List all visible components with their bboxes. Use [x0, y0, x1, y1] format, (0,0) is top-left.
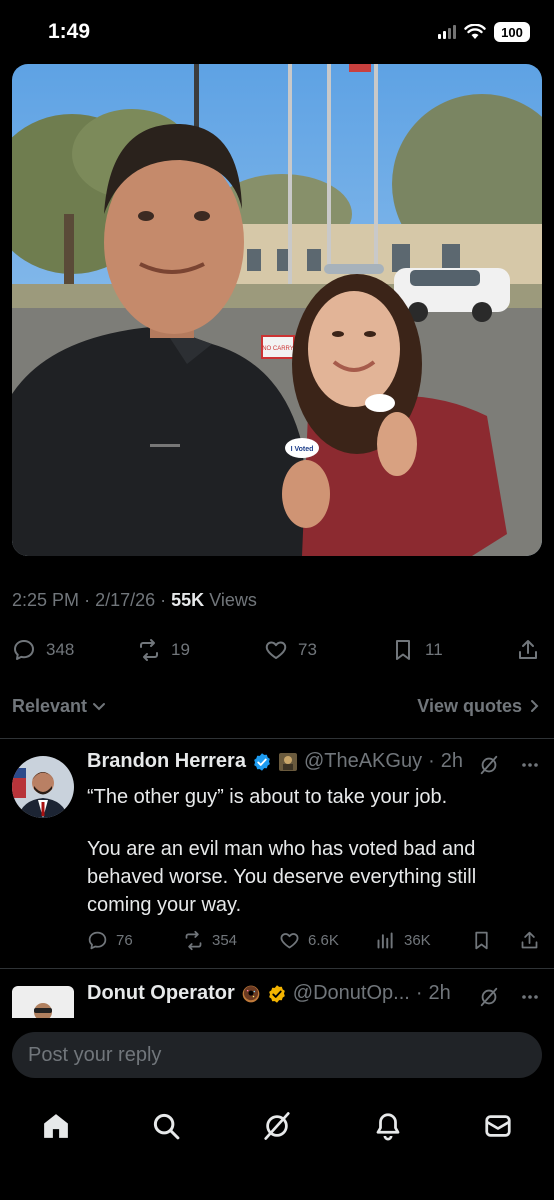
tweet-meta: 2:25 PM · 2/17/26 · 55K Views: [12, 590, 257, 611]
search-icon: [153, 1113, 180, 1140]
tweet-time: 2:25 PM: [12, 590, 80, 610]
reply-repost-button[interactable]: 354: [183, 926, 237, 954]
affiliate-badge-icon: [278, 752, 297, 771]
photo-illustration: NO CARRY I Voted: [12, 64, 542, 556]
mail-icon: [485, 1115, 511, 1137]
reply-button[interactable]: 348: [12, 632, 74, 668]
reply-share-button[interactable]: [519, 926, 540, 954]
tab-home[interactable]: [38, 1108, 74, 1144]
avatar-image: [12, 756, 74, 818]
reply-action-bar: 76 354 6.6K 36K: [87, 926, 542, 954]
reply-header: Donut Operator @DonutOp... · 2h: [87, 982, 451, 1005]
reply-count: 348: [46, 640, 75, 659]
tweet-action-bar: 348 19 73 11: [0, 632, 554, 668]
share-button[interactable]: [516, 632, 540, 668]
i-voted-sticker-text: I Voted: [291, 446, 314, 453]
meta-separator: ·: [160, 590, 172, 610]
repost-count: 19: [171, 640, 190, 659]
reply-text-line: “The other guy” is about to take your jo…: [87, 786, 448, 808]
reply-header: Brandon Herrera @TheAKGuy · 2h: [87, 750, 463, 773]
wifi-icon: [464, 24, 486, 39]
views-label: Views: [209, 590, 257, 610]
reply-views-count: 36K: [404, 931, 431, 949]
tab-messages[interactable]: [480, 1108, 516, 1144]
author-handle: @DonutOp...: [292, 982, 410, 1004]
bookmark-icon: [475, 931, 488, 949]
status-time: 1:49: [48, 20, 91, 43]
tweet-detail-screen: 1:49 100 NO CARRY I Voted 2:25 PM · 2/17…: [0, 0, 554, 1200]
share-icon: [521, 931, 538, 948]
verified-badge-icon: [254, 752, 270, 771]
reply-bookmark-button[interactable]: [471, 926, 492, 954]
repost-icon: [140, 639, 158, 661]
reply-tools: [478, 986, 540, 1008]
reply-like-button[interactable]: 6.6K: [279, 926, 339, 954]
tab-search[interactable]: [148, 1108, 184, 1144]
reply-repost-count: 354: [212, 931, 238, 949]
views-chart-icon: [377, 932, 393, 948]
meta-separator: ·: [84, 590, 96, 610]
view-quotes-label: View quotes: [417, 695, 522, 716]
reply-like-count: 6.6K: [308, 931, 339, 949]
grok-icon: [264, 1112, 290, 1140]
more-icon[interactable]: [520, 987, 540, 1007]
reply-time: 2h: [440, 750, 463, 772]
like-button[interactable]: 73: [264, 632, 317, 668]
share-icon: [519, 640, 537, 659]
bookmark-icon: [396, 640, 410, 660]
relevant-label: Relevant: [12, 695, 88, 716]
donut-emoji-icon: [242, 985, 260, 1002]
tab-notifications[interactable]: [370, 1108, 406, 1144]
home-icon: [44, 1114, 68, 1138]
bottom-bar: Post your reply: [0, 1018, 554, 1200]
reply-tools: [478, 754, 540, 776]
author-handle: @TheAKGuy: [303, 750, 423, 772]
heart-icon: [280, 932, 299, 948]
chevron-down-icon: [93, 703, 106, 711]
status-bar: 1:49 100: [0, 0, 554, 64]
reply-icon: [14, 640, 34, 660]
more-icon[interactable]: [520, 755, 540, 775]
view-quotes-link[interactable]: View quotes: [417, 696, 542, 717]
verified-gold-badge-icon: [268, 984, 285, 1003]
grok-icon[interactable]: [478, 754, 500, 776]
battery-indicator: 100: [494, 22, 530, 42]
tweet-date: 2/17/26: [95, 590, 156, 610]
tab-bar: [0, 1104, 554, 1148]
no-carry-sign-text: NO CARRY: [262, 346, 294, 352]
tweet-photo[interactable]: NO CARRY I Voted: [12, 64, 542, 556]
dot-separator: ·: [415, 982, 423, 1004]
reply-text-body: You are an evil man who has voted bad an…: [87, 838, 477, 916]
relevant-sort-dropdown[interactable]: Relevant: [12, 696, 107, 717]
dot-separator: ·: [428, 750, 435, 772]
bookmark-button[interactable]: 11: [391, 632, 443, 668]
reply-views-button[interactable]: 36K: [375, 926, 431, 954]
repost-icon: [185, 930, 202, 950]
views-count: 55K: [171, 590, 205, 610]
reply-item[interactable]: Brandon Herrera @TheAKGuy · 2h “The othe…: [0, 738, 554, 968]
reply-icon: [88, 931, 107, 949]
heart-icon: [265, 641, 287, 659]
reply-sort-row: Relevant View quotes: [12, 690, 542, 722]
reply-reply-button[interactable]: 76: [87, 926, 133, 954]
author-name[interactable]: Brandon Herrera: [87, 750, 246, 773]
chevron-right-icon: [531, 700, 539, 712]
author-name[interactable]: Donut Operator: [87, 982, 235, 1005]
signal-icon: [438, 25, 456, 39]
bookmark-count: 11: [425, 640, 443, 659]
repost-button[interactable]: 19: [137, 632, 190, 668]
reply-time: 2h: [428, 982, 451, 1004]
like-count: 73: [298, 640, 317, 659]
reply-reply-count: 76: [116, 931, 133, 949]
avatar[interactable]: [12, 756, 74, 818]
tab-grok[interactable]: [259, 1108, 295, 1144]
grok-icon[interactable]: [478, 986, 500, 1008]
bell-icon: [376, 1113, 400, 1141]
reply-composer-input[interactable]: Post your reply: [12, 1032, 542, 1078]
status-indicators: 100: [438, 22, 530, 42]
